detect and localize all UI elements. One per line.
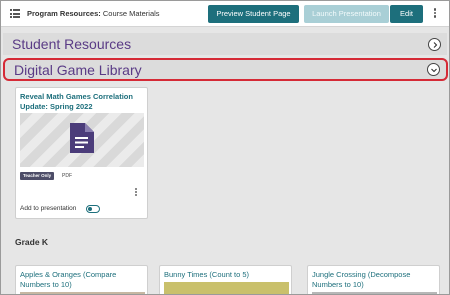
game-card-title[interactable]: Bunny Times (Count to 5) [164, 270, 292, 280]
section-title: Digital Game Library [14, 62, 142, 78]
file-type-label: PDF [62, 173, 72, 179]
game-card-title[interactable]: Apples & Oranges (Compare Numbers to 10) [20, 270, 148, 290]
preview-student-page-button[interactable]: Preview Student Page [208, 5, 299, 23]
add-to-presentation-toggle[interactable] [86, 205, 100, 213]
breadcrumb: Program Resources: Course Materials [27, 9, 160, 18]
game-card[interactable]: Jungle Crossing (Decompose Numbers to 10… [307, 265, 440, 294]
chevron-down-icon[interactable] [427, 63, 440, 76]
more-options-icon[interactable] [433, 8, 437, 20]
document-icon [70, 123, 94, 153]
section-student-resources[interactable]: Student Resources [3, 33, 447, 55]
section-title: Student Resources [12, 36, 132, 52]
resource-card-title[interactable]: Reveal Math Games Correlation Update: Sp… [20, 92, 146, 112]
add-to-presentation-label: Add to presentation [20, 205, 77, 212]
game-card-title[interactable]: Jungle Crossing (Decompose Numbers to 10… [312, 270, 440, 290]
game-card[interactable]: Bunny Times (Count to 5) [159, 265, 292, 294]
game-card[interactable]: Apples & Oranges (Compare Numbers to 10) [15, 265, 148, 294]
chevron-right-icon[interactable] [428, 38, 441, 51]
card-more-options-icon[interactable] [134, 188, 138, 198]
resource-card[interactable]: Reveal Math Games Correlation Update: Sp… [15, 87, 148, 219]
breadcrumb-page: Course Materials [100, 9, 160, 18]
breadcrumb-program: Program Resources: [27, 9, 101, 18]
section-digital-game-library[interactable]: Digital Game Library [3, 58, 448, 81]
list-menu-icon[interactable] [10, 9, 20, 18]
grade-heading: Grade K [15, 237, 49, 247]
resource-thumbnail[interactable] [20, 113, 144, 167]
launch-presentation-button[interactable]: Launch Presentation [304, 5, 389, 23]
teacher-only-badge: Teacher Only [20, 172, 55, 180]
app-frame: Program Resources: Course Materials Prev… [0, 0, 450, 295]
game-thumbnail[interactable] [164, 282, 289, 294]
top-toolbar: Program Resources: Course Materials Prev… [1, 1, 449, 27]
edit-button[interactable]: Edit [390, 5, 423, 23]
